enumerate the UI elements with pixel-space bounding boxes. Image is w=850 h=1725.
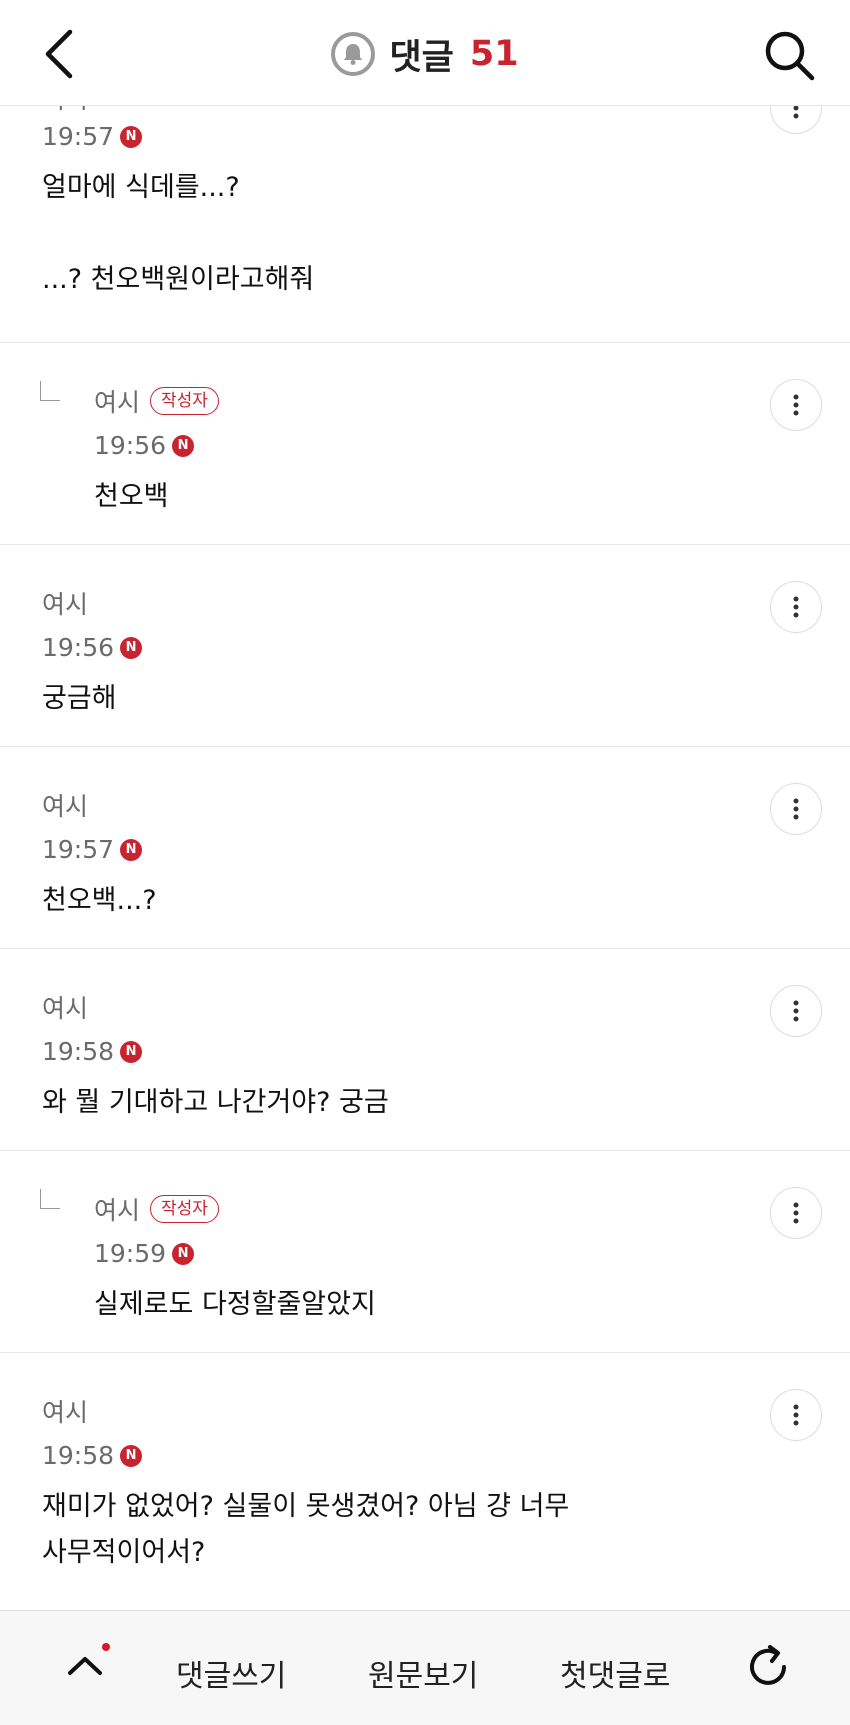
comment-time: 19:57 N — [42, 835, 157, 864]
new-badge: N — [172, 434, 195, 457]
search-icon — [765, 31, 815, 81]
search-button[interactable] — [760, 26, 820, 86]
comment-text: 실제로도 다정할줄알았지 — [94, 1289, 376, 1320]
comment-author: 여시 — [42, 1398, 89, 1427]
comment-item: 여시 19:56 N 궁금해 — [0, 545, 850, 747]
comment-text: 궁금해 — [42, 683, 117, 714]
more-vertical-icon — [793, 1404, 799, 1426]
reply-indicator-icon — [40, 381, 60, 401]
more-options-button[interactable] — [770, 783, 822, 835]
comment-time: 19:56 N — [42, 633, 143, 662]
title-label: 댓글 — [389, 37, 454, 78]
more-vertical-icon — [793, 1202, 799, 1224]
reply-indicator-icon — [40, 1189, 60, 1209]
comment-time: 19:57 N — [42, 122, 314, 151]
comment-author: 여시 — [42, 792, 89, 821]
refresh-icon — [750, 1645, 786, 1685]
writer-badge: 작성자 — [150, 1195, 219, 1223]
comment-text: 와 뭘 기대하고 나간거야? 궁금 — [42, 1087, 389, 1118]
header-bar: 댓글 51 — [0, 0, 850, 106]
bottom-toolbar: 댓글쓰기 원문보기 첫댓글로 — [0, 1610, 850, 1725]
comment-item: 여시 19:57 N 얼마에 식데를...? ...? 천오백원이라고해줘 — [0, 82, 850, 343]
comment-item-reply: 여시 작성자 19:56 N 천오백 — [0, 343, 850, 545]
comment-list: 여시 19:57 N 얼마에 식데를...? ...? 천오백원이라고해줘 여시… — [0, 82, 850, 1613]
comment-author: 여시 — [42, 994, 89, 1023]
comment-item: 여시 19:57 N 천오백...? — [0, 747, 850, 949]
comment-text: 얼마에 식데를...? ...? 천오백원이라고해줘 — [42, 172, 315, 295]
comment-time: 19:58 N — [42, 1037, 389, 1066]
more-options-button[interactable] — [770, 581, 822, 633]
new-badge: N — [120, 1040, 143, 1063]
comment-count: 51 — [469, 34, 519, 74]
new-badge: N — [120, 1444, 143, 1467]
comment-item-reply: 여시 작성자 19:59 N 실제로도 다정할줄알았지 — [0, 1151, 850, 1353]
comment-text: 천오백...? — [42, 885, 157, 916]
more-options-button[interactable] — [770, 985, 822, 1037]
comment-author: 여시 작성자 — [94, 1191, 376, 1227]
write-comment-button[interactable]: 댓글쓰기 — [176, 1651, 286, 1695]
comment-text: 재미가 없었어? 실물이 못생겼어? 아님 걍 너무 사무적이어서? — [42, 1491, 570, 1568]
refresh-button[interactable] — [740, 1639, 796, 1695]
comment-time: 19:56 N — [94, 431, 219, 460]
new-badge: N — [120, 636, 143, 659]
more-vertical-icon — [793, 596, 799, 618]
comment-item: 여시 19:58 N 와 뭘 기대하고 나간거야? 궁금 — [0, 949, 850, 1151]
more-vertical-icon — [793, 1000, 799, 1022]
new-badge: N — [120, 838, 143, 861]
bell-icon[interactable] — [331, 32, 376, 76]
first-comment-button[interactable]: 첫댓글로 — [560, 1651, 670, 1695]
notification-dot — [102, 1643, 110, 1651]
new-badge: N — [120, 125, 143, 148]
new-badge: N — [172, 1242, 195, 1265]
more-options-button[interactable] — [770, 1187, 822, 1239]
writer-badge: 작성자 — [150, 387, 219, 415]
comment-time: 19:58 N — [42, 1441, 569, 1470]
page-title: 댓글 51 — [0, 28, 850, 80]
view-original-button[interactable]: 원문보기 — [368, 1651, 478, 1695]
comment-item: 여시 19:58 N 재미가 없었어? 실물이 못생겼어? 아님 걍 너무 사무… — [0, 1353, 850, 1613]
comment-text: 천오백 — [94, 481, 169, 512]
more-options-button[interactable] — [770, 1389, 822, 1441]
comment-author: 여시 — [42, 590, 89, 619]
comment-author: 여시 작성자 — [94, 383, 219, 419]
more-vertical-icon — [793, 798, 799, 820]
more-vertical-icon — [793, 394, 799, 416]
comment-time: 19:59 N — [94, 1239, 376, 1268]
more-options-button[interactable] — [770, 379, 822, 431]
